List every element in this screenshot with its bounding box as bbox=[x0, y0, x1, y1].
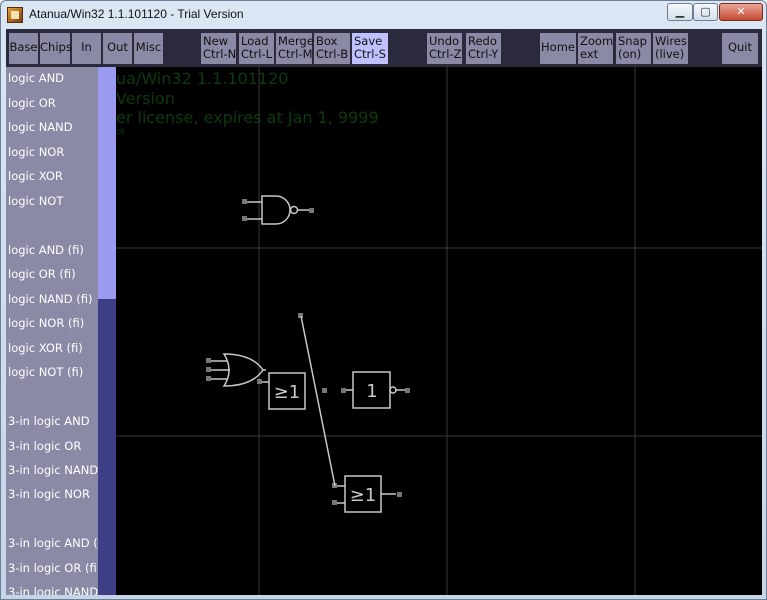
list-item[interactable]: 3-in logic NAND bbox=[8, 463, 98, 477]
snap-button[interactable]: Snap (on) bbox=[616, 33, 651, 64]
minimize-icon: ▁ bbox=[675, 5, 685, 18]
list-item[interactable]: 3-in logic OR (fi) bbox=[8, 561, 98, 575]
list-item[interactable]: logic NOT bbox=[8, 194, 63, 208]
list-item[interactable]: logic XOR (fi) bbox=[8, 341, 83, 355]
list-item[interactable]: 3-in logic AND (fi) bbox=[8, 536, 98, 550]
zoom-button[interactable]: Zoom ext bbox=[578, 33, 613, 64]
client-area: Base Chips In Out Misc New Ctrl-N Load C… bbox=[6, 29, 762, 595]
list-item[interactable]: logic XOR bbox=[8, 169, 63, 183]
out-button[interactable]: Out bbox=[103, 33, 132, 64]
circuit-canvas[interactable]: ua/Win32 1.1.101120 Version er license, … bbox=[116, 67, 762, 595]
merge-button[interactable]: Merge Ctrl-M bbox=[276, 33, 314, 64]
list-item[interactable]: logic NAND bbox=[8, 120, 73, 134]
app-icon bbox=[7, 7, 23, 23]
list-item[interactable]: logic OR bbox=[8, 96, 56, 110]
minimize-button[interactable]: ▁ bbox=[667, 3, 693, 21]
toolbar: Base Chips In Out Misc New Ctrl-N Load C… bbox=[6, 29, 762, 67]
misc-button[interactable]: Misc bbox=[134, 33, 163, 64]
circuit-diagram: ≥1 1 ≥1 bbox=[116, 67, 762, 595]
close-icon: ✕ bbox=[736, 5, 746, 18]
maximize-button[interactable]: ▢ bbox=[693, 3, 718, 21]
redo-button[interactable]: Redo Ctrl-Y bbox=[466, 33, 501, 64]
list-item[interactable]: logic AND bbox=[8, 71, 64, 85]
home-button[interactable]: Home bbox=[540, 33, 576, 64]
chips-button[interactable]: Chips bbox=[40, 33, 72, 64]
or-box-2-label: ≥1 bbox=[350, 485, 377, 506]
wire bbox=[300, 315, 336, 487]
wires-button[interactable]: Wires (live) bbox=[653, 33, 688, 64]
new-button[interactable]: New Ctrl-N bbox=[201, 33, 236, 64]
list-item[interactable]: logic OR (fi) bbox=[8, 267, 76, 281]
undo-button[interactable]: Undo Ctrl-Z bbox=[427, 33, 462, 64]
list-item[interactable]: logic NOR (fi) bbox=[8, 316, 84, 330]
list-item[interactable]: 3-in logic OR bbox=[8, 439, 81, 453]
in-button[interactable]: In bbox=[72, 33, 101, 64]
list-item[interactable]: logic AND (fi) bbox=[8, 243, 84, 257]
close-button[interactable]: ✕ bbox=[719, 3, 763, 21]
component-list: logic AND logic OR logic NAND logic NOR … bbox=[6, 67, 98, 595]
list-item[interactable]: 3-in logic AND bbox=[8, 414, 90, 428]
window-title: Atanua/Win32 1.1.101120 - Trial Version bbox=[29, 7, 244, 21]
title-bar[interactable]: Atanua/Win32 1.1.101120 - Trial Version … bbox=[1, 1, 766, 29]
list-item[interactable]: logic NAND (fi) bbox=[8, 292, 93, 306]
not-gate-label: 1 bbox=[366, 381, 377, 402]
load-button[interactable]: Load Ctrl-L bbox=[239, 33, 274, 64]
scrollbar-thumb[interactable] bbox=[98, 67, 116, 299]
list-item[interactable]: 3-in logic NOR bbox=[8, 487, 90, 501]
quit-button[interactable]: Quit bbox=[722, 33, 758, 64]
base-button[interactable]: Base bbox=[9, 33, 38, 64]
application-window: Atanua/Win32 1.1.101120 - Trial Version … bbox=[0, 0, 767, 600]
or-box-label: ≥1 bbox=[274, 382, 301, 403]
sidebar-scrollbar[interactable] bbox=[98, 67, 116, 595]
box-button[interactable]: Box Ctrl-B bbox=[314, 33, 350, 64]
maximize-icon: ▢ bbox=[700, 5, 711, 18]
list-item[interactable]: logic NOT (fi) bbox=[8, 365, 83, 379]
or-gate-pins bbox=[206, 358, 211, 381]
list-item[interactable]: logic NOR bbox=[8, 145, 64, 159]
grid-lines bbox=[116, 67, 762, 595]
nand-gate bbox=[246, 195, 310, 225]
list-item[interactable]: 3-in logic NAND (fi) bbox=[8, 585, 98, 595]
save-button[interactable]: Save Ctrl-S bbox=[352, 33, 388, 64]
